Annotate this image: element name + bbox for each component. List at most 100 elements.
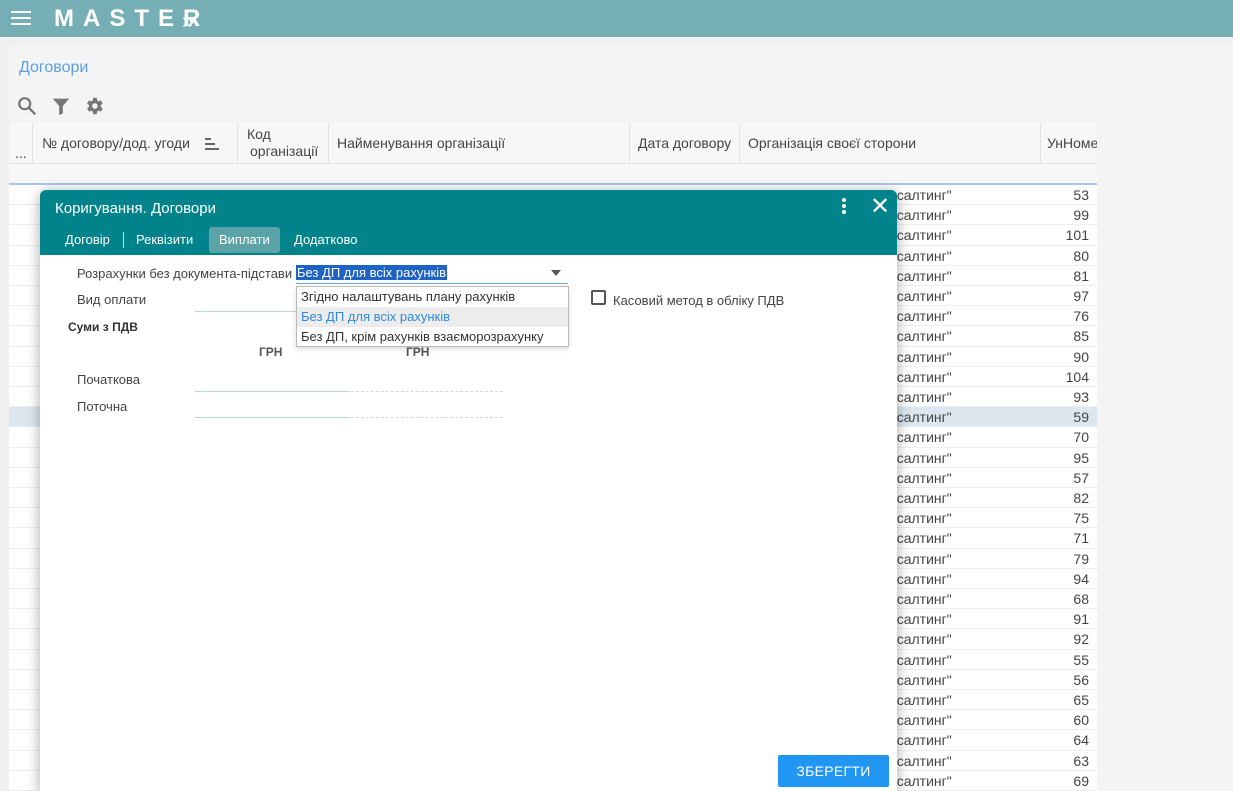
- current-amount-field[interactable]: [195, 417, 350, 418]
- own-org-cell: нсалтинг": [889, 328, 952, 345]
- currency-header-1: ГРН: [259, 345, 283, 359]
- more-vert-icon[interactable]: [839, 198, 849, 218]
- grid-filter-row[interactable]: [9, 163, 1097, 183]
- own-org-cell: нсалтинг": [889, 591, 952, 607]
- grid-header: ... № договору/дод. угоди Код організаці…: [9, 123, 1097, 185]
- unique-number-cell: 81: [1073, 267, 1089, 284]
- gear-icon[interactable]: [83, 95, 105, 117]
- filter-icon[interactable]: [50, 95, 72, 117]
- currency-header-2: ГРН: [406, 345, 430, 359]
- own-org-cell: нсалтинг": [889, 247, 952, 264]
- tab-additional[interactable]: Додатково: [294, 227, 357, 253]
- tab-payments[interactable]: Виплати: [209, 227, 280, 253]
- unique-number-cell: 76: [1073, 308, 1089, 325]
- own-org-cell: нсалтинг": [889, 227, 952, 244]
- unique-number-cell: 59: [1073, 409, 1089, 426]
- own-org-cell: нсалтинг": [889, 611, 952, 628]
- unique-number-cell: 57: [1073, 469, 1089, 486]
- settlements-dropdown: Згідно налаштувань плану рахунків Без ДП…: [296, 286, 569, 347]
- dropdown-option-selected[interactable]: Без ДП для всіх рахунків: [297, 307, 568, 327]
- col-header-org-name[interactable]: Найменування організації: [329, 123, 630, 163]
- dropdown-option[interactable]: Згідно налаштувань плану рахунків: [297, 287, 568, 307]
- right-empty-area: [1097, 124, 1233, 791]
- col-header-org-code[interactable]: Код організації: [238, 123, 329, 163]
- col-header-contract-date[interactable]: Дата договору: [630, 123, 740, 163]
- unique-number-cell: 70: [1073, 429, 1089, 446]
- unique-number-cell: 92: [1073, 631, 1089, 648]
- unique-number-cell: 65: [1073, 692, 1089, 708]
- own-org-cell: нсалтинг": [889, 631, 952, 648]
- own-org-cell: нсалтинг": [889, 651, 952, 668]
- tab-separator: [123, 232, 124, 248]
- unique-number-cell: 94: [1073, 570, 1089, 587]
- unique-number-cell: 55: [1073, 651, 1089, 668]
- own-org-cell: нсалтинг": [889, 368, 952, 385]
- initial-label: Початкова: [77, 372, 141, 387]
- payment-type-field[interactable]: [195, 311, 300, 312]
- unique-number-cell: 79: [1073, 550, 1089, 567]
- unique-number-cell: 104: [1065, 368, 1089, 385]
- own-org-cell: нсалтинг": [889, 671, 952, 688]
- own-org-cell: нсалтинг": [889, 187, 952, 203]
- col-org-code-label-2: організації: [250, 143, 319, 159]
- sort-icon[interactable]: [205, 138, 219, 150]
- top-bar: MASTER »: [0, 0, 1233, 37]
- col-contract-date-label: Дата договору: [638, 135, 732, 151]
- vat-sums-label: Суми з ПДВ: [68, 320, 138, 334]
- col-header-unique-number[interactable]: УнНоме: [1041, 123, 1097, 163]
- payment-type-label: Вид оплати: [77, 292, 147, 307]
- unique-number-cell: 91: [1073, 611, 1089, 628]
- col-more-label: ...: [15, 145, 27, 161]
- initial-amount-field[interactable]: [195, 391, 350, 392]
- cash-method-checkbox[interactable]: [591, 290, 606, 305]
- col-own-org-label: Організація своєї сторони: [748, 135, 917, 151]
- own-org-cell: нсалтинг": [889, 732, 952, 749]
- own-org-cell: нсалтинг": [889, 389, 952, 405]
- unique-number-cell: 95: [1073, 449, 1089, 466]
- col-header-contract-number[interactable]: № договору/дод. угоди: [33, 123, 238, 163]
- close-icon[interactable]: ✕: [870, 195, 890, 219]
- current-amount-field-2[interactable]: [351, 417, 503, 418]
- expand-arrow-icon[interactable]: »: [182, 8, 194, 34]
- own-org-cell: нсалтинг": [889, 752, 952, 769]
- dialog-header: Коригування. Договори ✕ Договір Реквізит…: [40, 190, 897, 255]
- unique-number-cell: 85: [1073, 328, 1089, 345]
- own-org-cell: нсалтинг": [889, 267, 952, 284]
- unique-number-cell: 97: [1073, 288, 1089, 304]
- own-org-cell: нсалтинг": [889, 490, 952, 506]
- settlements-select[interactable]: Без ДП для всіх рахунків: [296, 262, 568, 284]
- col-header-own-org[interactable]: Організація своєї сторони: [740, 123, 1041, 163]
- unique-number-cell: 101: [1065, 227, 1089, 244]
- unique-number-cell: 80: [1073, 247, 1089, 264]
- initial-amount-field-2[interactable]: [351, 391, 503, 392]
- own-org-cell: нсалтинг": [889, 207, 952, 224]
- save-button[interactable]: ЗБЕРЕГТИ: [778, 755, 889, 787]
- own-org-cell: нсалтинг": [889, 449, 952, 466]
- search-icon[interactable]: [16, 95, 38, 117]
- col-org-code-label-1: Код: [247, 126, 271, 142]
- col-unique-number-label: УнНоме: [1047, 135, 1097, 151]
- unique-number-cell: 56: [1073, 671, 1089, 688]
- col-header-more[interactable]: ...: [9, 123, 33, 163]
- chevron-down-icon[interactable]: [551, 270, 561, 276]
- own-org-cell: нсалтинг": [889, 550, 952, 567]
- own-org-cell: нсалтинг": [889, 429, 952, 446]
- unique-number-cell: 99: [1073, 207, 1089, 224]
- tab-contract[interactable]: Договір: [65, 227, 110, 253]
- own-org-cell: нсалтинг": [889, 409, 952, 426]
- own-org-cell: нсалтинг": [889, 348, 952, 365]
- unique-number-cell: 53: [1073, 187, 1089, 203]
- menu-icon[interactable]: [11, 11, 31, 25]
- settlements-select-value: Без ДП для всіх рахунків: [296, 265, 448, 280]
- own-org-cell: нсалтинг": [889, 288, 952, 304]
- current-label: Поточна: [77, 399, 128, 414]
- own-org-cell: нсалтинг": [889, 510, 952, 527]
- unique-number-cell: 90: [1073, 348, 1089, 365]
- own-org-cell: нсалтинг": [889, 692, 952, 708]
- own-org-cell: нсалтинг": [889, 772, 952, 789]
- tab-details[interactable]: Реквізити: [136, 227, 193, 253]
- unique-number-cell: 71: [1073, 530, 1089, 547]
- dropdown-option[interactable]: Без ДП, крім рахунків взаєморозрахунку: [297, 327, 568, 347]
- own-org-cell: нсалтинг": [889, 469, 952, 486]
- unique-number-cell: 60: [1073, 712, 1089, 729]
